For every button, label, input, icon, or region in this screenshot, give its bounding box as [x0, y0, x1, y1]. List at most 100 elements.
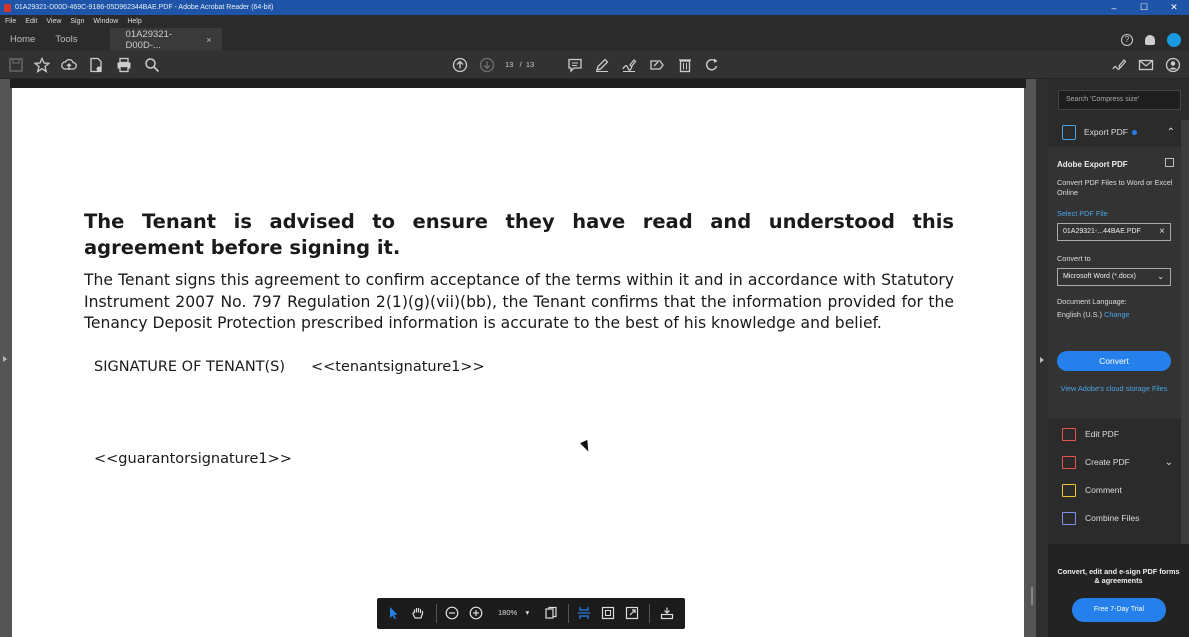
highlight-pen-icon[interactable] [594, 57, 610, 73]
avatar[interactable] [1167, 32, 1181, 47]
tab-document[interactable]: 01A29321-D00D-... × [109, 28, 222, 51]
scroll-grip[interactable] [1031, 587, 1033, 605]
pane-divider[interactable] [1031, 79, 1048, 637]
close-window-button[interactable]: ✕ [1159, 2, 1189, 13]
convert-format-select[interactable]: Microsoft Word (*.docx) ⌄ [1057, 268, 1171, 286]
guarantor-signature-field: <<guarantorsignature1>> [94, 451, 292, 467]
page-thumbnails-icon[interactable] [544, 606, 558, 620]
zoom-level-dropdown[interactable]: 180% ▾ [498, 608, 529, 617]
window-title: 01A29321-D00D-469C-9186-05D962344BAE.PDF… [15, 4, 274, 11]
convert-format-value: Microsoft Word (*.docx) [1063, 273, 1136, 280]
document-language-row: English (U.S.) Change [1057, 310, 1130, 319]
left-panel-expand-icon[interactable] [3, 356, 7, 362]
title-bar: 01A29321-D00D-469C-9186-05D962344BAE.PDF… [0, 0, 1189, 15]
chevron-down-icon: ⌄ [1157, 272, 1164, 281]
total-pages: 13 [525, 60, 535, 69]
bookmark-star-icon[interactable] [33, 56, 51, 73]
free-trial-button[interactable]: Free 7-Day Trial [1072, 598, 1166, 622]
print-icon[interactable] [116, 57, 132, 73]
help-icon[interactable]: ? [1121, 33, 1133, 46]
copy-icon[interactable] [1165, 158, 1174, 167]
account-icons: ? [1121, 28, 1189, 51]
menu-view[interactable]: View [46, 18, 61, 25]
page-separator: / [519, 60, 522, 69]
combine-files-icon [1062, 511, 1076, 525]
convert-button[interactable]: Convert [1057, 351, 1171, 371]
pane-scrollbar[interactable] [1181, 120, 1189, 544]
tools-search-input[interactable]: Search 'Compress size' [1058, 90, 1181, 110]
share-person-icon[interactable] [1165, 57, 1181, 73]
email-icon[interactable] [1138, 57, 1154, 73]
chevron-up-icon[interactable]: ⌃ [1167, 127, 1175, 138]
export-description: Convert PDF Files to Word or Excel Onlin… [1057, 178, 1173, 197]
premium-badge-icon [1131, 129, 1137, 135]
tool-comment[interactable]: Comment [1048, 480, 1181, 500]
comment-icon [1062, 483, 1076, 497]
read-mode-icon[interactable] [660, 606, 674, 620]
signature-label: SIGNATURE OF TENANT(S) [94, 359, 286, 375]
tool-edit-pdf[interactable]: Edit PDF [1048, 424, 1181, 444]
select-pointer-icon[interactable] [387, 606, 401, 620]
toolbar-separator [568, 604, 569, 623]
menu-window[interactable]: Window [93, 18, 118, 25]
menu-edit[interactable]: Edit [25, 18, 37, 25]
fit-width-icon[interactable] [577, 606, 591, 620]
request-signature-icon[interactable] [649, 57, 665, 73]
tab-bar: Home Tools 01A29321-D00D-... × ? [0, 28, 1189, 51]
export-pdf-icon [1062, 124, 1076, 140]
menu-file[interactable]: File [5, 18, 16, 25]
save-icon[interactable] [8, 57, 24, 73]
search-icon[interactable] [144, 57, 160, 73]
export-panel-title: Adobe Export PDF [1057, 160, 1128, 169]
fill-sign-icon[interactable] [621, 57, 637, 73]
chevron-down-icon[interactable]: ⌄ [1165, 457, 1173, 468]
pdf-page[interactable]: The Tenant is advised to ensure they hav… [12, 88, 1024, 637]
selected-file-field[interactable]: 01A29321-...44BAE.PDF × [1057, 223, 1171, 241]
tenant-signature-field: <<tenantsignature1>> [311, 359, 485, 375]
tool-combine-files[interactable]: Combine Files [1048, 508, 1181, 528]
tool-label: Combine Files [1085, 513, 1140, 523]
share-file-icon[interactable] [88, 57, 104, 73]
change-language-link[interactable]: Change [1104, 310, 1130, 319]
signature-pen-icon[interactable] [1111, 57, 1127, 73]
tab-home[interactable]: Home [0, 28, 45, 51]
document-viewport[interactable]: The Tenant is advised to ensure they hav… [0, 79, 1036, 637]
tab-tools[interactable]: Tools [45, 28, 87, 51]
toolbar-separator [436, 604, 437, 623]
fit-page-icon[interactable] [601, 606, 615, 620]
cloud-storage-link[interactable]: View Adobe's cloud storage Files [1057, 384, 1171, 394]
menu-help[interactable]: Help [127, 18, 141, 25]
maximize-button[interactable]: ☐ [1129, 2, 1159, 13]
tool-create-pdf[interactable]: Create PDF ⌄ [1048, 452, 1181, 472]
menu-sign[interactable]: Sign [70, 18, 84, 25]
full-screen-icon[interactable] [625, 606, 639, 620]
cloud-upload-icon[interactable] [61, 57, 77, 73]
collapse-pane-icon[interactable] [1040, 357, 1044, 363]
zoom-out-icon[interactable] [445, 606, 459, 620]
export-pdf-panel: Adobe Export PDF Convert PDF Files to Wo… [1048, 147, 1181, 419]
hand-tool-icon[interactable] [411, 606, 425, 620]
agreement-heading: The Tenant is advised to ensure they hav… [84, 210, 954, 259]
trial-promo: Convert, edit and e-sign PDF forms & agr… [1048, 544, 1189, 637]
delete-icon[interactable] [677, 57, 693, 73]
promo-text: Convert, edit and e-sign PDF forms & agr… [1057, 567, 1180, 585]
next-page-icon[interactable] [479, 57, 495, 73]
select-pdf-file-link[interactable]: Select PDF File [1057, 209, 1108, 218]
close-tab-icon[interactable]: × [206, 35, 211, 45]
minimize-button[interactable]: – [1099, 3, 1129, 13]
zoom-in-icon[interactable] [469, 606, 483, 620]
comment-icon[interactable] [567, 57, 583, 73]
tool-label: Create PDF [1085, 457, 1130, 467]
acrobat-logo-icon [4, 3, 11, 12]
clear-file-icon[interactable]: × [1159, 226, 1165, 237]
chevron-down-icon: ▾ [525, 608, 530, 617]
convert-to-label: Convert to [1057, 254, 1091, 263]
notification-bell-icon[interactable] [1145, 34, 1155, 45]
document-language-label: Document Language: [1057, 297, 1127, 306]
previous-page-icon[interactable] [452, 57, 468, 73]
document-language-value: English (U.S.) [1057, 310, 1103, 319]
page-number-field[interactable]: 13 / 13 [505, 60, 534, 69]
tool-label: Edit PDF [1085, 429, 1120, 439]
export-pdf-header[interactable]: Export PDF ⌃ [1048, 120, 1181, 144]
rotate-icon[interactable] [704, 57, 720, 73]
